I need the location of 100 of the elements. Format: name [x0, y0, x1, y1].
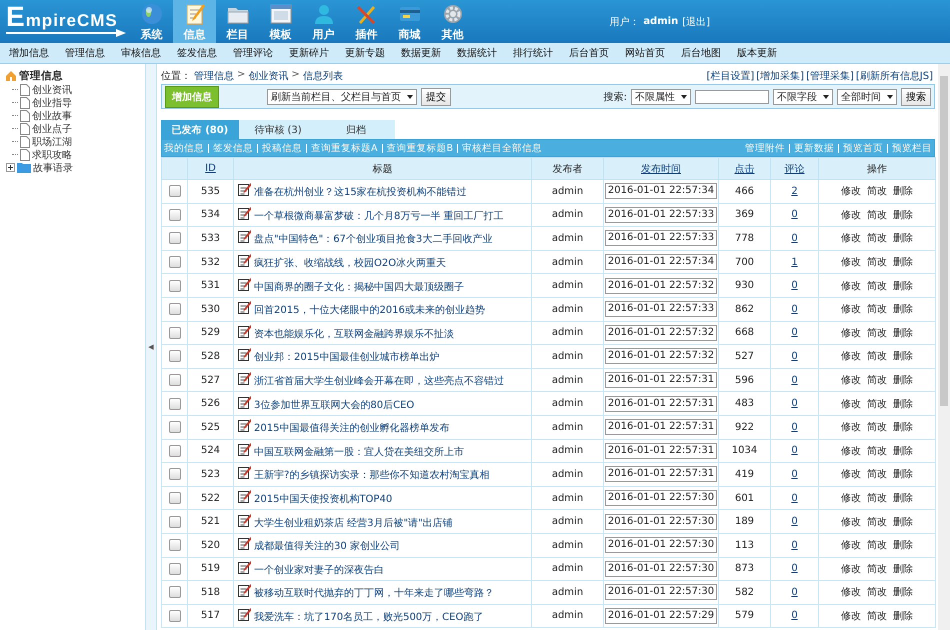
comment-count-link[interactable]: 0: [791, 610, 798, 622]
column-header[interactable]: 点击: [718, 158, 770, 180]
tab[interactable]: 待审核 (3): [239, 120, 317, 139]
row-action-link[interactable]: 删除: [893, 610, 913, 622]
breadcrumb-link[interactable]: 创业资讯: [248, 69, 288, 83]
row-action-link[interactable]: 删除: [893, 186, 913, 198]
row-action-link[interactable]: 修改: [841, 587, 861, 598]
row-checkbox[interactable]: [168, 398, 180, 410]
row-action-link[interactable]: 删除: [893, 280, 913, 292]
row-action-link[interactable]: 简改: [867, 516, 887, 528]
row-action-link[interactable]: 简改: [867, 304, 887, 316]
row-action-link[interactable]: 简改: [867, 493, 887, 504]
row-checkbox[interactable]: [168, 586, 180, 598]
column-header[interactable]: ID: [188, 158, 234, 180]
tree-item[interactable]: 创业资讯: [32, 82, 72, 96]
row-action-link[interactable]: 删除: [893, 446, 913, 457]
expand-icon[interactable]: [6, 163, 15, 172]
tree-item[interactable]: 故事语录: [33, 160, 73, 174]
menu-item[interactable]: 数据统计: [448, 46, 504, 60]
top-link[interactable]: [刷新所有信息JS]: [856, 69, 933, 83]
row-action-link[interactable]: 删除: [893, 564, 913, 575]
comment-count-link[interactable]: 0: [791, 540, 798, 551]
row-action-link[interactable]: 简改: [867, 540, 887, 552]
row-action-link[interactable]: 修改: [841, 351, 861, 362]
menu-item[interactable]: 增加信息: [0, 46, 56, 60]
row-checkbox[interactable]: [168, 421, 180, 434]
menu-item[interactable]: 审核信息: [112, 46, 168, 60]
comment-count-link[interactable]: 0: [791, 327, 798, 338]
comment-count-link[interactable]: 2: [791, 186, 798, 197]
menu-item[interactable]: 网站首页: [616, 46, 672, 60]
comment-count-link[interactable]: 0: [791, 422, 798, 433]
top-link[interactable]: [增加采集]: [756, 69, 804, 83]
row-action-link[interactable]: 删除: [893, 233, 913, 244]
time-select[interactable]: 全部时间: [837, 88, 897, 104]
menu-item[interactable]: 管理信息: [56, 46, 112, 60]
top-link[interactable]: [栏目设置]: [706, 69, 754, 83]
tree-item[interactable]: 求职攻略: [32, 148, 72, 162]
row-action-link[interactable]: 简改: [867, 186, 887, 198]
row-action-link[interactable]: 修改: [841, 398, 861, 410]
edit-icon[interactable]: [238, 442, 251, 456]
edit-icon[interactable]: [238, 348, 251, 362]
row-action-link[interactable]: 简改: [867, 233, 887, 244]
row-checkbox[interactable]: [168, 232, 180, 244]
nav-tab[interactable]: 栏目: [216, 0, 259, 43]
edit-icon[interactable]: [238, 608, 251, 621]
row-action-link[interactable]: 修改: [841, 469, 861, 480]
comment-count-link[interactable]: 1: [791, 256, 798, 268]
row-action-link[interactable]: 修改: [841, 233, 861, 244]
row-checkbox[interactable]: [168, 516, 180, 528]
nav-tab[interactable]: 其他: [431, 0, 474, 43]
row-action-link[interactable]: 简改: [867, 328, 887, 339]
row-action-link[interactable]: 简改: [867, 351, 887, 362]
comment-count-link[interactable]: 0: [791, 350, 798, 362]
nav-tab[interactable]: 用户: [302, 0, 345, 43]
breadcrumb-link[interactable]: 信息列表: [302, 69, 343, 83]
row-action-link[interactable]: 删除: [893, 469, 913, 480]
row-checkbox[interactable]: [168, 492, 180, 504]
row-checkbox[interactable]: [168, 185, 180, 198]
row-action-link[interactable]: 修改: [841, 210, 861, 221]
menu-item[interactable]: 更新专题: [336, 46, 392, 60]
comment-count-link[interactable]: 0: [791, 232, 798, 244]
row-action-link[interactable]: 修改: [841, 493, 861, 504]
column-header[interactable]: 发布时间: [604, 158, 718, 180]
breadcrumb-link[interactable]: 管理信息: [194, 69, 234, 83]
row-action-link[interactable]: 简改: [867, 375, 887, 386]
window-icon[interactable]: [268, 2, 292, 26]
edit-icon[interactable]: [238, 254, 251, 268]
row-action-link[interactable]: 修改: [841, 422, 861, 434]
submit-button[interactable]: 提交: [421, 88, 451, 106]
refresh-select[interactable]: 刷新当前栏目、父栏目与首页: [267, 88, 417, 104]
row-action-link[interactable]: 修改: [841, 446, 861, 457]
edit-icon[interactable]: [238, 183, 251, 196]
logout-link[interactable]: [退出]: [682, 14, 710, 28]
row-action-link[interactable]: 修改: [841, 564, 861, 575]
menu-item[interactable]: 版本更新: [728, 46, 784, 60]
menu-item[interactable]: 数据更新: [392, 46, 448, 60]
nav-tab[interactable]: 商城: [388, 0, 431, 43]
row-action-link[interactable]: 简改: [867, 210, 887, 221]
row-action-link[interactable]: 删除: [893, 257, 913, 268]
row-action-link[interactable]: 修改: [841, 540, 861, 552]
comment-count-link[interactable]: 0: [791, 563, 798, 574]
comment-count-link[interactable]: 0: [791, 209, 798, 220]
edit-icon[interactable]: [238, 466, 251, 480]
tab[interactable]: 归档: [317, 120, 395, 139]
row-checkbox[interactable]: [168, 303, 180, 316]
top-link[interactable]: [管理采集]: [806, 69, 854, 83]
search-field[interactable]: [695, 90, 769, 104]
edit-icon[interactable]: [238, 419, 251, 432]
comment-count-link[interactable]: 0: [791, 586, 798, 598]
row-checkbox[interactable]: [168, 444, 180, 457]
row-checkbox[interactable]: [168, 208, 180, 221]
row-action-link[interactable]: 修改: [841, 375, 861, 386]
row-action-link[interactable]: 修改: [841, 257, 861, 268]
menu-item[interactable]: 排行统计: [504, 46, 560, 60]
row-action-link[interactable]: 修改: [841, 328, 861, 339]
row-checkbox[interactable]: [168, 539, 180, 552]
edit-icon[interactable]: [238, 514, 251, 527]
row-checkbox[interactable]: [168, 256, 180, 268]
row-action-link[interactable]: 简改: [867, 469, 887, 480]
comment-count-link[interactable]: 0: [791, 492, 798, 504]
